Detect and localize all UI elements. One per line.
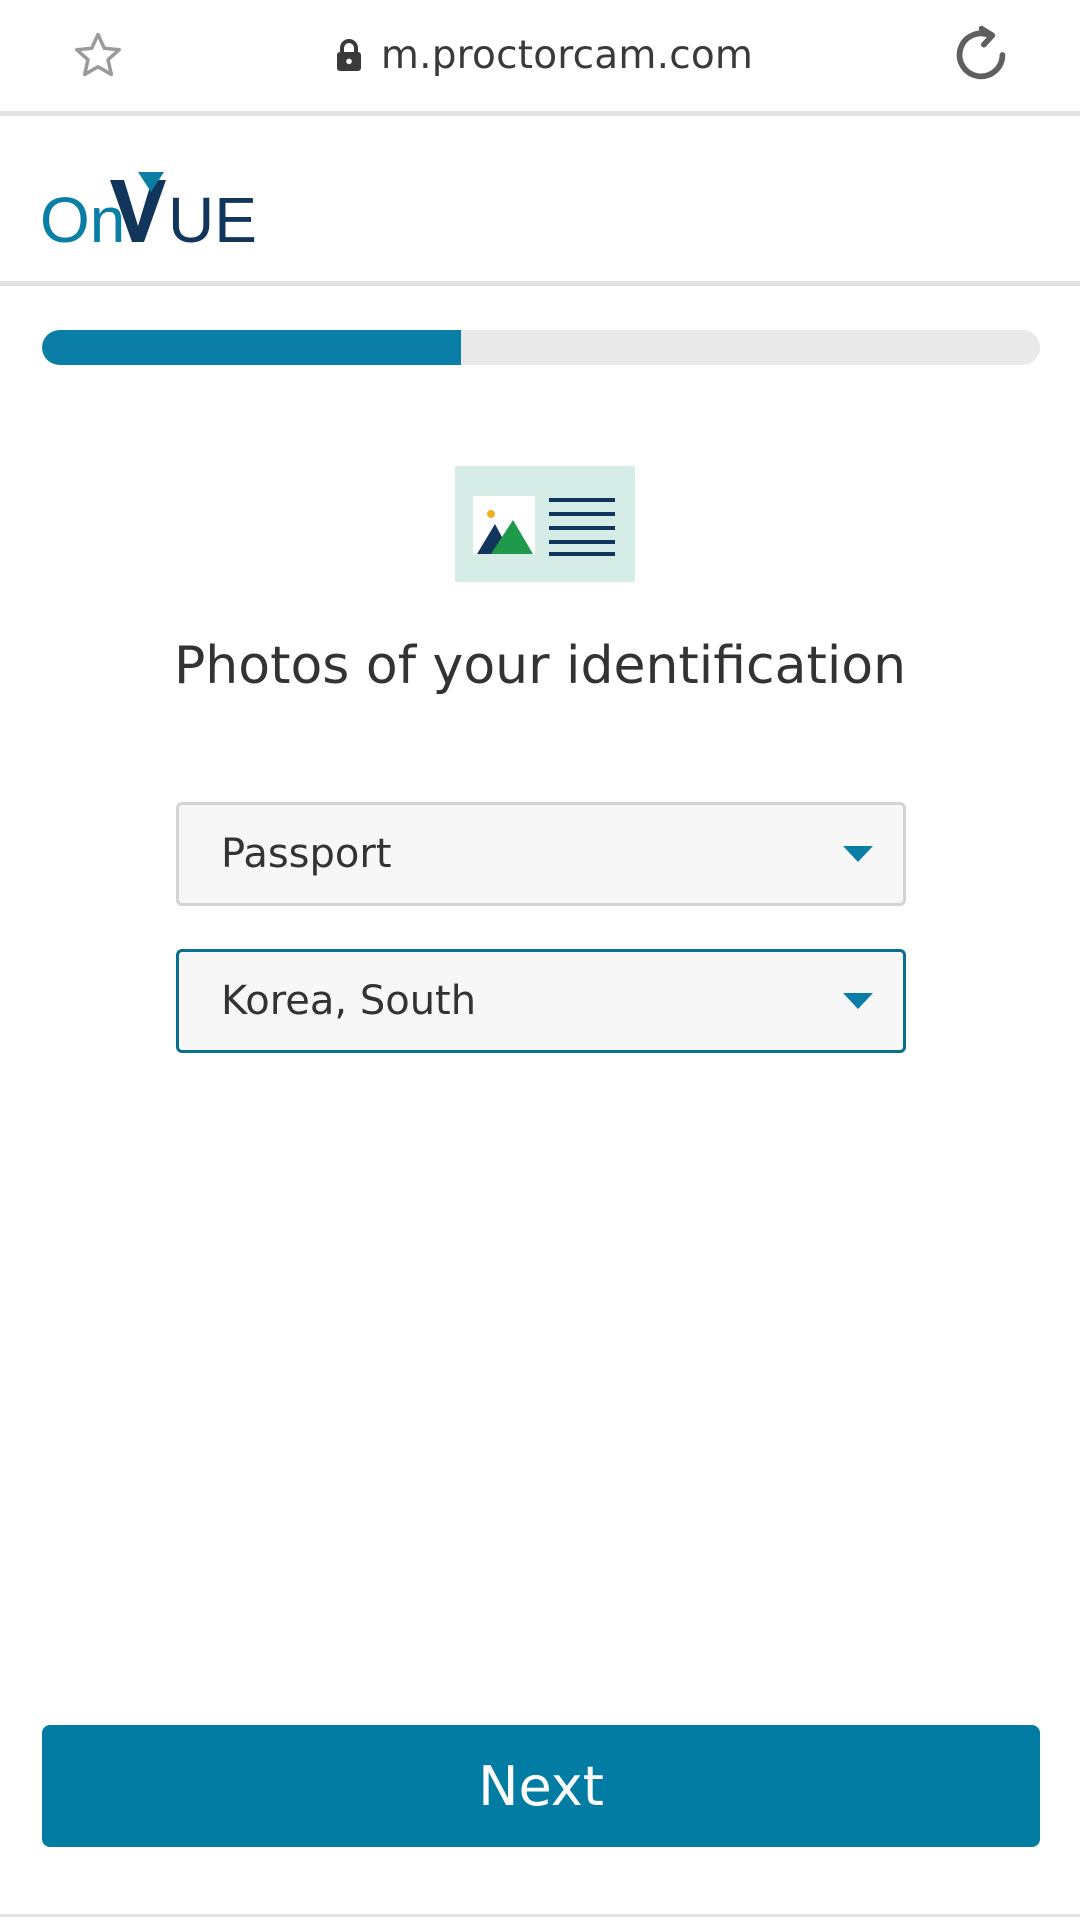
next-button[interactable]: Next — [42, 1725, 1040, 1847]
bottom-divider — [0, 1914, 1080, 1917]
page-title: Photos of your identification — [173, 636, 907, 696]
onvue-logo: On UE — [40, 172, 257, 254]
app-header: On UE — [0, 116, 1080, 286]
url-field[interactable]: m.proctorcam.com — [0, 0, 1080, 110]
lock-icon — [336, 39, 361, 71]
url-text: m.proctorcam.com — [380, 32, 754, 78]
reload-icon[interactable] — [950, 24, 1012, 86]
id-type-select[interactable]: Passport — [176, 802, 906, 906]
progress-fill — [42, 330, 462, 365]
svg-text:On: On — [40, 184, 125, 254]
chevron-down-icon — [843, 993, 873, 1009]
id-type-value: Passport — [221, 831, 392, 877]
svg-text:UE: UE — [168, 184, 257, 254]
chevron-down-icon — [843, 846, 873, 862]
country-value: Korea, South — [221, 978, 477, 1024]
browser-address-bar: m.proctorcam.com — [0, 0, 1080, 116]
progress-bar — [42, 330, 1040, 365]
country-select[interactable]: Korea, South — [176, 949, 906, 1053]
id-card-icon — [455, 466, 635, 582]
